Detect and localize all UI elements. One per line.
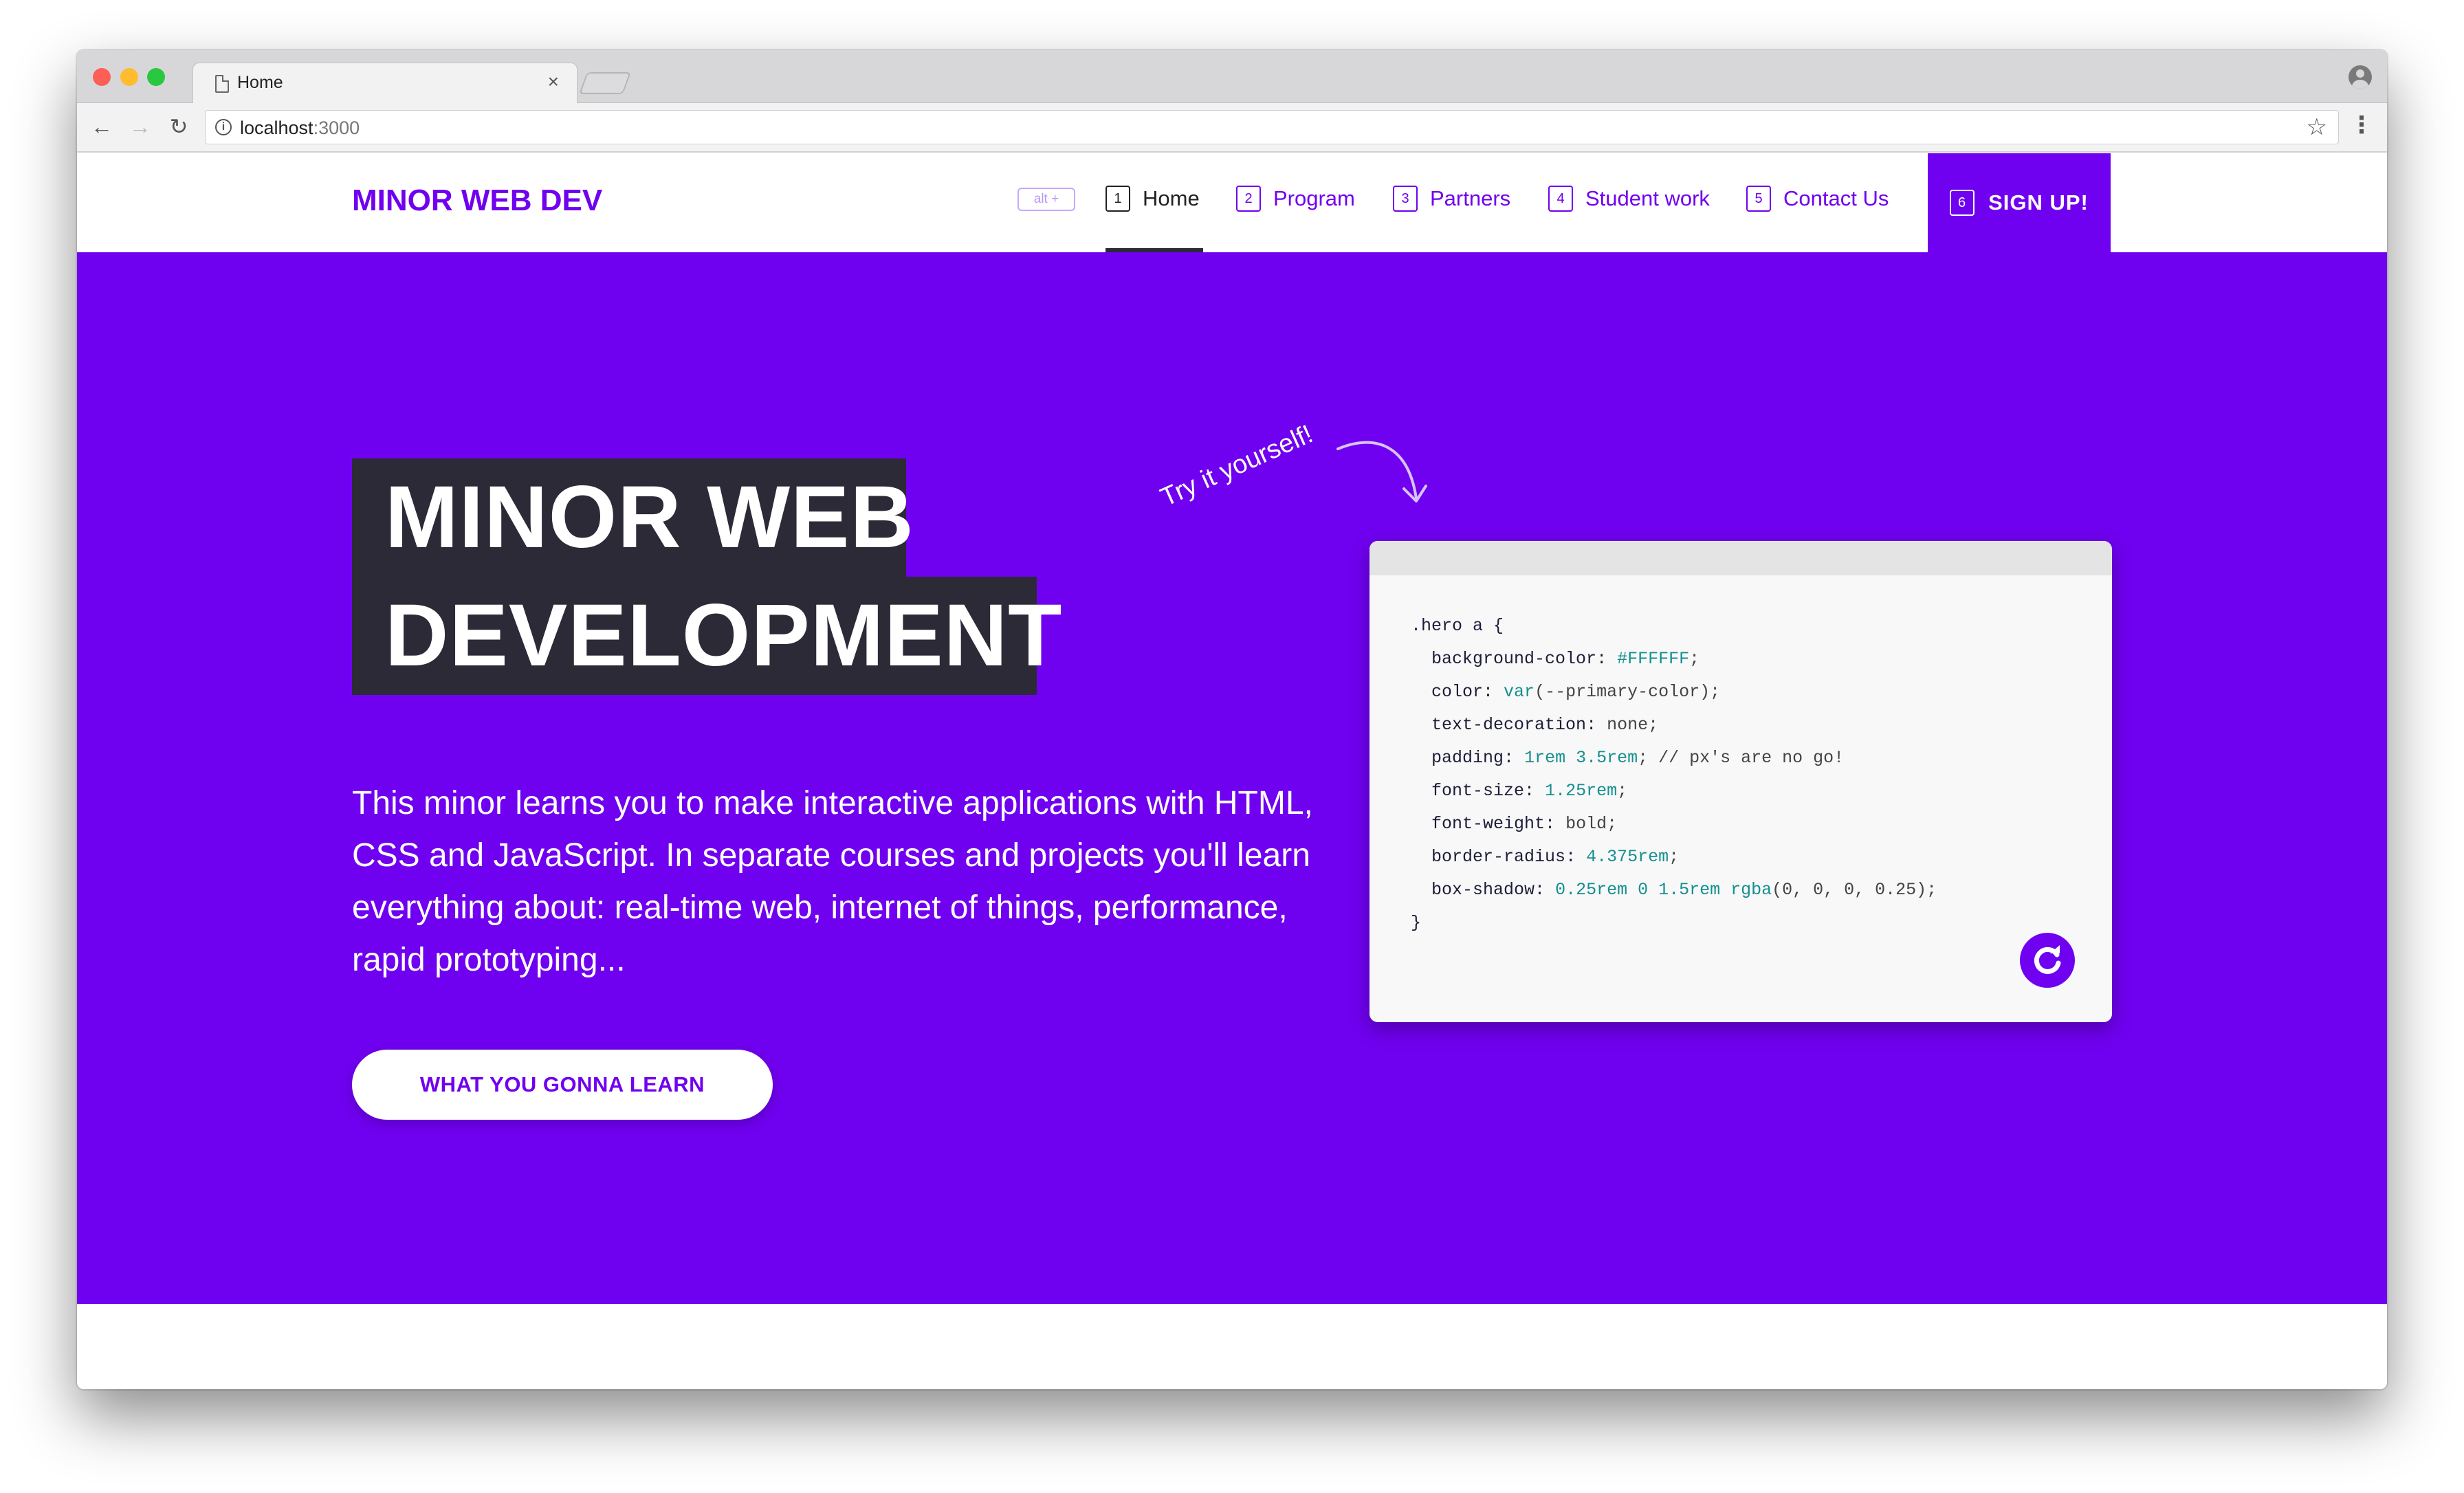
page-bottom-area <box>77 1304 2387 1389</box>
url-host: localhost <box>240 118 314 138</box>
reset-code-button[interactable] <box>2020 933 2075 988</box>
tab-strip: Home × <box>77 50 2387 104</box>
curved-arrow-icon <box>1336 441 1427 502</box>
refresh-icon <box>2034 945 2061 974</box>
browser-toolbar: ← → ↻ i localhost:3000 ☆ ⋮ <box>77 103 2387 153</box>
hero-title-line-2: DEVELOPMENT <box>352 577 1062 695</box>
shortcut-key: 1 <box>1106 186 1130 212</box>
url-text[interactable]: localhost:3000 <box>240 118 360 139</box>
minimize-window-button[interactable] <box>120 68 138 86</box>
browser-tab-home[interactable]: Home × <box>192 63 578 104</box>
shortcut-key: 6 <box>1950 190 1975 216</box>
tab-close-icon[interactable]: × <box>548 71 559 93</box>
nav-item-label: Contact Us <box>1783 186 1889 210</box>
web-page: MINOR WEB DEV alt + 1 Home 2 Program 3 P… <box>77 153 2387 1389</box>
nav-item-student-work[interactable]: 4 Student work <box>1548 182 1710 215</box>
nav-item-label: Student work <box>1585 186 1710 210</box>
learn-more-button[interactable]: WHAT YOU GONNA LEARN <box>352 1050 773 1120</box>
shortcut-key: 2 <box>1236 186 1261 212</box>
site-info-icon[interactable]: i <box>215 119 232 135</box>
site-header: MINOR WEB DEV alt + 1 Home 2 Program 3 P… <box>77 153 2387 252</box>
nav-item-label: Partners <box>1430 186 1511 210</box>
browser-window: Home × ← → ↻ i localhost:3000 ☆ ⋮ MINOR … <box>77 50 2387 1389</box>
shortcut-key: 5 <box>1746 186 1771 212</box>
code-line: border-radius: 4.375rem; <box>1431 847 1680 867</box>
reload-icon[interactable]: ↻ <box>165 113 192 140</box>
site-logo[interactable]: MINOR WEB DEV <box>352 184 602 218</box>
shortcut-key: 4 <box>1548 186 1573 212</box>
code-line: font-size: 1.25rem; <box>1431 781 1628 801</box>
url-port: :3000 <box>313 118 360 138</box>
code-selector: .hero a { <box>1411 616 1504 636</box>
hero-section: MINOR WEB DEVELOPMENT This minor learns … <box>77 252 2387 1304</box>
code-line: padding: 1rem 3.5rem; // px's are no go! <box>1431 748 1845 768</box>
signup-label: SIGN UP! <box>1988 190 2089 214</box>
maximize-window-button[interactable] <box>147 68 165 86</box>
browser-menu-icon[interactable]: ⋮ <box>2350 111 2373 139</box>
css-code-block[interactable]: .hero a { background-color: #FFFFFF; col… <box>1411 610 1937 940</box>
address-bar[interactable]: i localhost:3000 ☆ <box>205 110 2339 144</box>
code-line: text-decoration: none; <box>1431 715 1659 735</box>
nav-item-label: Home <box>1143 186 1200 210</box>
back-arrow-icon[interactable]: ← <box>88 113 116 140</box>
code-line: box-shadow: 0.25rem 0 1.5rem rgba(0, 0, … <box>1431 880 1937 900</box>
tab-title: Home <box>237 73 283 92</box>
code-line: color: var(--primary-color); <box>1431 682 1721 702</box>
code-editor-titlebar <box>1370 541 2112 575</box>
nav-item-label: Program <box>1273 186 1355 210</box>
close-window-button[interactable] <box>93 68 111 86</box>
code-line: font-weight: bold; <box>1431 814 1618 834</box>
document-icon <box>215 75 229 93</box>
profile-icon[interactable] <box>2348 65 2372 89</box>
alt-shortcut-hint: alt + <box>1018 188 1075 211</box>
code-editor-card[interactable]: .hero a { background-color: #FFFFFF; col… <box>1370 541 2112 1022</box>
nav-item-home[interactable]: 1 Home <box>1106 182 1200 215</box>
nav-item-program[interactable]: 2 Program <box>1236 182 1355 215</box>
code-closing-brace: } <box>1411 913 1422 933</box>
nav-item-partners[interactable]: 3 Partners <box>1393 182 1510 215</box>
forward-arrow-icon[interactable]: → <box>126 113 154 140</box>
new-tab-button[interactable] <box>579 72 631 94</box>
nav-item-contact-us[interactable]: 5 Contact Us <box>1746 182 1889 215</box>
bookmark-star-icon[interactable]: ☆ <box>2307 113 2327 141</box>
hero-description: This minor learns you to make interactiv… <box>352 785 1313 978</box>
shortcut-key: 3 <box>1393 186 1418 212</box>
signup-button[interactable]: 6 SIGN UP! <box>1928 153 2111 252</box>
hero-title-line-1: MINOR WEB <box>352 458 914 577</box>
code-line: background-color: #FFFFFF; <box>1431 649 1700 669</box>
try-it-yourself-label: Try it yourself! <box>1156 419 1317 513</box>
